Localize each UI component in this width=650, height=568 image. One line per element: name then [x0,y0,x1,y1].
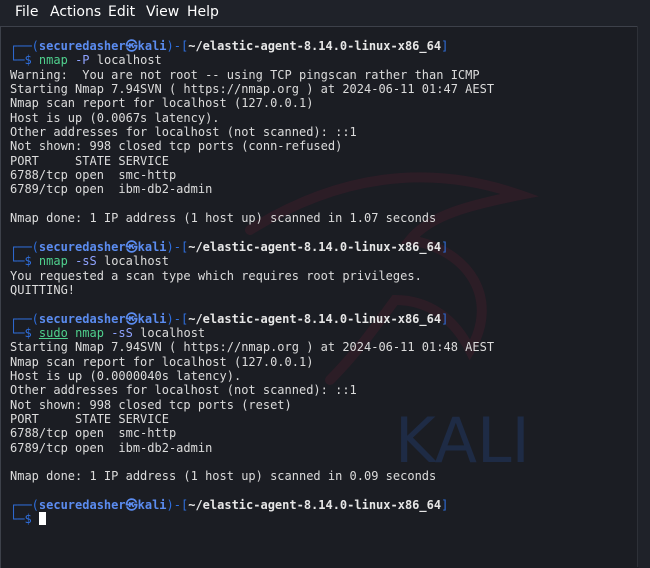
output-line: Warning: You are not root -- using TCP p… [10,67,480,82]
command-sudo: sudo [38,325,68,340]
output-line: Not shown: 998 closed tcp ports (reset) [10,397,292,412]
output-line: Nmap scan report for localhost (127.0.0.… [10,354,314,369]
command-line: └─$ nmap -P localhost [10,53,640,67]
prompt-frame-mid: )-[ [166,498,189,512]
output-line: Host is up (0.0000040s latency). [10,368,242,383]
command-target: localhost [103,254,170,269]
prompt-dollar: $ [24,53,32,68]
menu-bar: File Actions Edit View Help [0,0,650,24]
output-line: Not shown: 998 closed tcp ports (conn-re… [10,139,343,154]
prompt-host: kali [137,498,167,512]
menu-file[interactable]: File [15,3,38,21]
prompt-host: kali [137,39,167,53]
command-args: -sS [111,325,133,340]
command-target: localhost [140,325,206,340]
output-line: PORT STATE SERVICE [10,153,169,168]
prompt-path: ~/elastic-agent-8.14.0-linux-x86_64 [188,311,442,326]
prompt-header: ┌──(securedasher㉿kali)-[~/elastic-agent-… [10,240,640,254]
command-name: nmap [38,53,68,68]
prompt-frame: ┌──( [10,311,39,326]
command-args: -P [75,53,90,68]
prompt-path: ~/elastic-agent-8.14.0-linux-x86_64 [188,498,442,512]
output-line: Nmap done: 1 IP address (1 host up) scan… [10,469,437,484]
prompt-frame: ┌──( [10,239,39,254]
cursor[interactable] [38,512,46,526]
menu-edit[interactable]: Edit [108,3,135,21]
prompt-frame: ┌──( [10,39,39,53]
skull-icon: ㉿ [125,39,138,53]
prompt-frame-mid: )-[ [166,239,189,254]
output-line: Starting Nmap 7.94SVN ( https://nmap.org… [10,82,495,97]
output-line: QUITTING! [10,282,76,297]
prompt-header: ┌──(securedasher㉿kali)-[~/elastic-agent-… [10,39,640,53]
skull-icon: ㉿ [125,498,138,512]
command-name: nmap [75,325,104,340]
prompt-user: securedasher [38,498,126,512]
command-name: nmap [38,254,68,269]
command-line: └─$ sudo nmap -sS localhost [10,326,640,340]
prompt-frame-bottom: └─ [10,512,25,527]
output-line: 6788/tcp open smc-http [10,168,177,183]
command-line: └─$ nmap -sS localhost [10,254,640,268]
prompt-user: securedasher [38,239,126,254]
output-line: Other addresses for localhost (not scann… [10,125,357,140]
prompt-dollar: $ [24,512,32,527]
output-line: Starting Nmap 7.94SVN ( https://nmap.org… [10,340,495,355]
output-line: 6788/tcp open smc-http [10,426,177,441]
prompt-user: securedasher [38,39,126,53]
prompt-header: ┌──(securedasher㉿kali)-[~/elastic-agent-… [10,498,640,512]
command-args: -sS [75,254,97,269]
prompt-frame-bottom: └─ [10,254,25,269]
prompt-frame-bottom: └─ [10,53,25,68]
prompt-host: kali [137,311,167,326]
command-target: localhost [96,53,162,68]
menu-actions[interactable]: Actions [50,3,101,21]
prompt-frame-mid: )-[ [166,311,189,326]
output-line: Host is up (0.0067s latency). [10,110,220,125]
output-line: 6789/tcp open ibm-db2-admin [10,440,213,455]
prompt-host: kali [137,239,167,254]
menu-help[interactable]: Help [187,3,219,21]
output-line: 6789/tcp open ibm-db2-admin [10,182,213,197]
output-line: Other addresses for localhost (not scann… [10,383,357,398]
prompt-frame-mid: )-[ [166,39,189,53]
prompt-dollar: $ [24,325,32,340]
output-line: You requested a scan type which requires… [10,268,422,283]
prompt-dollar: $ [24,254,32,269]
skull-icon: ㉿ [125,311,138,326]
prompt-header: ┌──(securedasher㉿kali)-[~/elastic-agent-… [10,312,640,326]
prompt-frame-bottom: └─ [10,325,25,340]
prompt-path: ~/elastic-agent-8.14.0-linux-x86_64 [188,39,442,53]
output-line: Nmap scan report for localhost (127.0.0.… [10,96,314,111]
prompt-path: ~/elastic-agent-8.14.0-linux-x86_64 [188,239,442,254]
prompt-user: securedasher [38,311,126,326]
output-line: PORT STATE SERVICE [10,411,169,426]
prompt-frame-close: ] [441,498,449,512]
prompt-frame-close: ] [441,39,449,53]
prompt-frame-close: ] [441,239,449,254]
terminal-output[interactable]: ┌──(securedasher㉿kali)-[~/elastic-agent-… [10,39,640,527]
skull-icon: ㉿ [125,239,138,254]
prompt-frame: ┌──( [10,498,39,512]
command-line: └─$ [10,512,640,526]
menu-view[interactable]: View [146,3,179,21]
output-line: Nmap done: 1 IP address (1 host up) scan… [10,211,437,226]
prompt-frame-close: ] [441,311,449,326]
